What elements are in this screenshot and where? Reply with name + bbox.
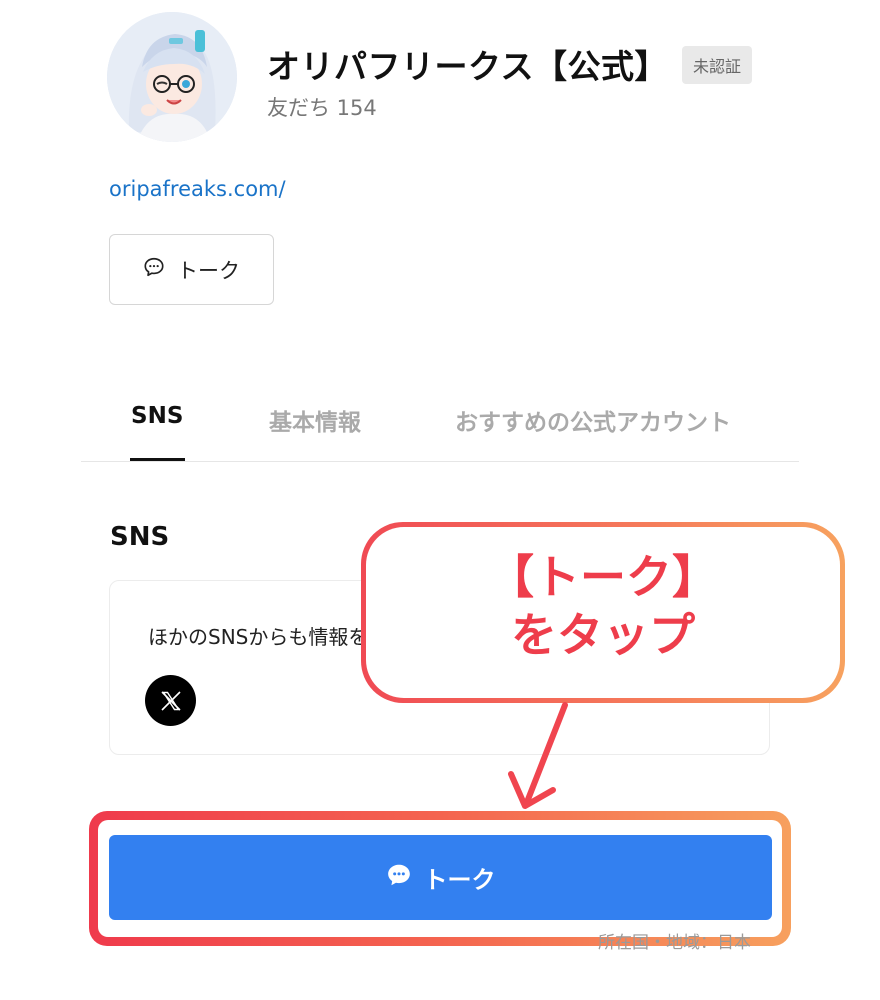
x-logo-icon[interactable] — [145, 675, 196, 726]
friends-count: 友だち 154 — [267, 96, 377, 120]
talk-button-secondary[interactable]: トーク — [109, 234, 274, 305]
talk-button-label: トーク — [177, 258, 240, 283]
website-link[interactable]: oripafreaks.com/ — [109, 177, 286, 201]
tab-divider — [81, 461, 799, 462]
account-name: オリパフリークス【公式】 — [267, 47, 669, 86]
unverified-badge: 未認証 — [682, 46, 752, 84]
tab-basic-info[interactable]: 基本情報 — [269, 403, 361, 437]
callout-text: 【トーク】 をタップ — [366, 548, 840, 664]
callout-line-1: 【トーク】 — [488, 550, 718, 604]
talk-button-primary[interactable]: トーク — [109, 835, 772, 920]
profile-avatar — [107, 12, 237, 142]
talk-primary-label: トーク — [423, 866, 496, 894]
chat-bubble-filled-icon — [386, 862, 412, 894]
location-text: 所在国・地域：日本 — [598, 933, 751, 953]
tab-sns[interactable]: SNS — [131, 403, 183, 429]
callout-line-2: をタップ — [511, 608, 695, 662]
chat-bubble-icon — [143, 256, 165, 283]
section-title-sns: SNS — [110, 522, 170, 552]
tab-recommended-accounts[interactable]: おすすめの公式アカウント — [455, 403, 731, 437]
